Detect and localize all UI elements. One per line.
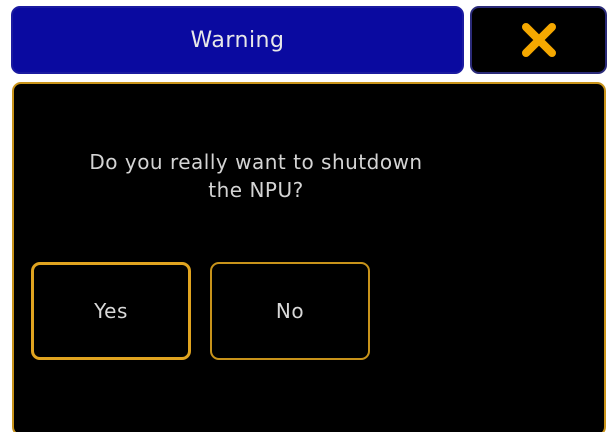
dialog-body: Do you really want to shutdown the NPU? … <box>12 82 606 432</box>
confirmation-message: Do you really want to shutdown the NPU? <box>38 148 474 204</box>
close-icon <box>519 20 559 60</box>
message-line-2: the NPU? <box>208 178 304 202</box>
yes-button[interactable]: Yes <box>31 262 191 360</box>
no-button[interactable]: No <box>210 262 370 360</box>
message-line-1: Do you really want to shutdown <box>89 150 423 174</box>
dialog-title-bar: Warning <box>11 6 464 74</box>
close-button[interactable] <box>470 6 607 74</box>
yes-button-label: Yes <box>94 299 128 323</box>
warning-dialog: Warning Do you really want to shutdown t… <box>0 0 609 432</box>
no-button-label: No <box>275 299 305 323</box>
dialog-title: Warning <box>190 27 285 53</box>
